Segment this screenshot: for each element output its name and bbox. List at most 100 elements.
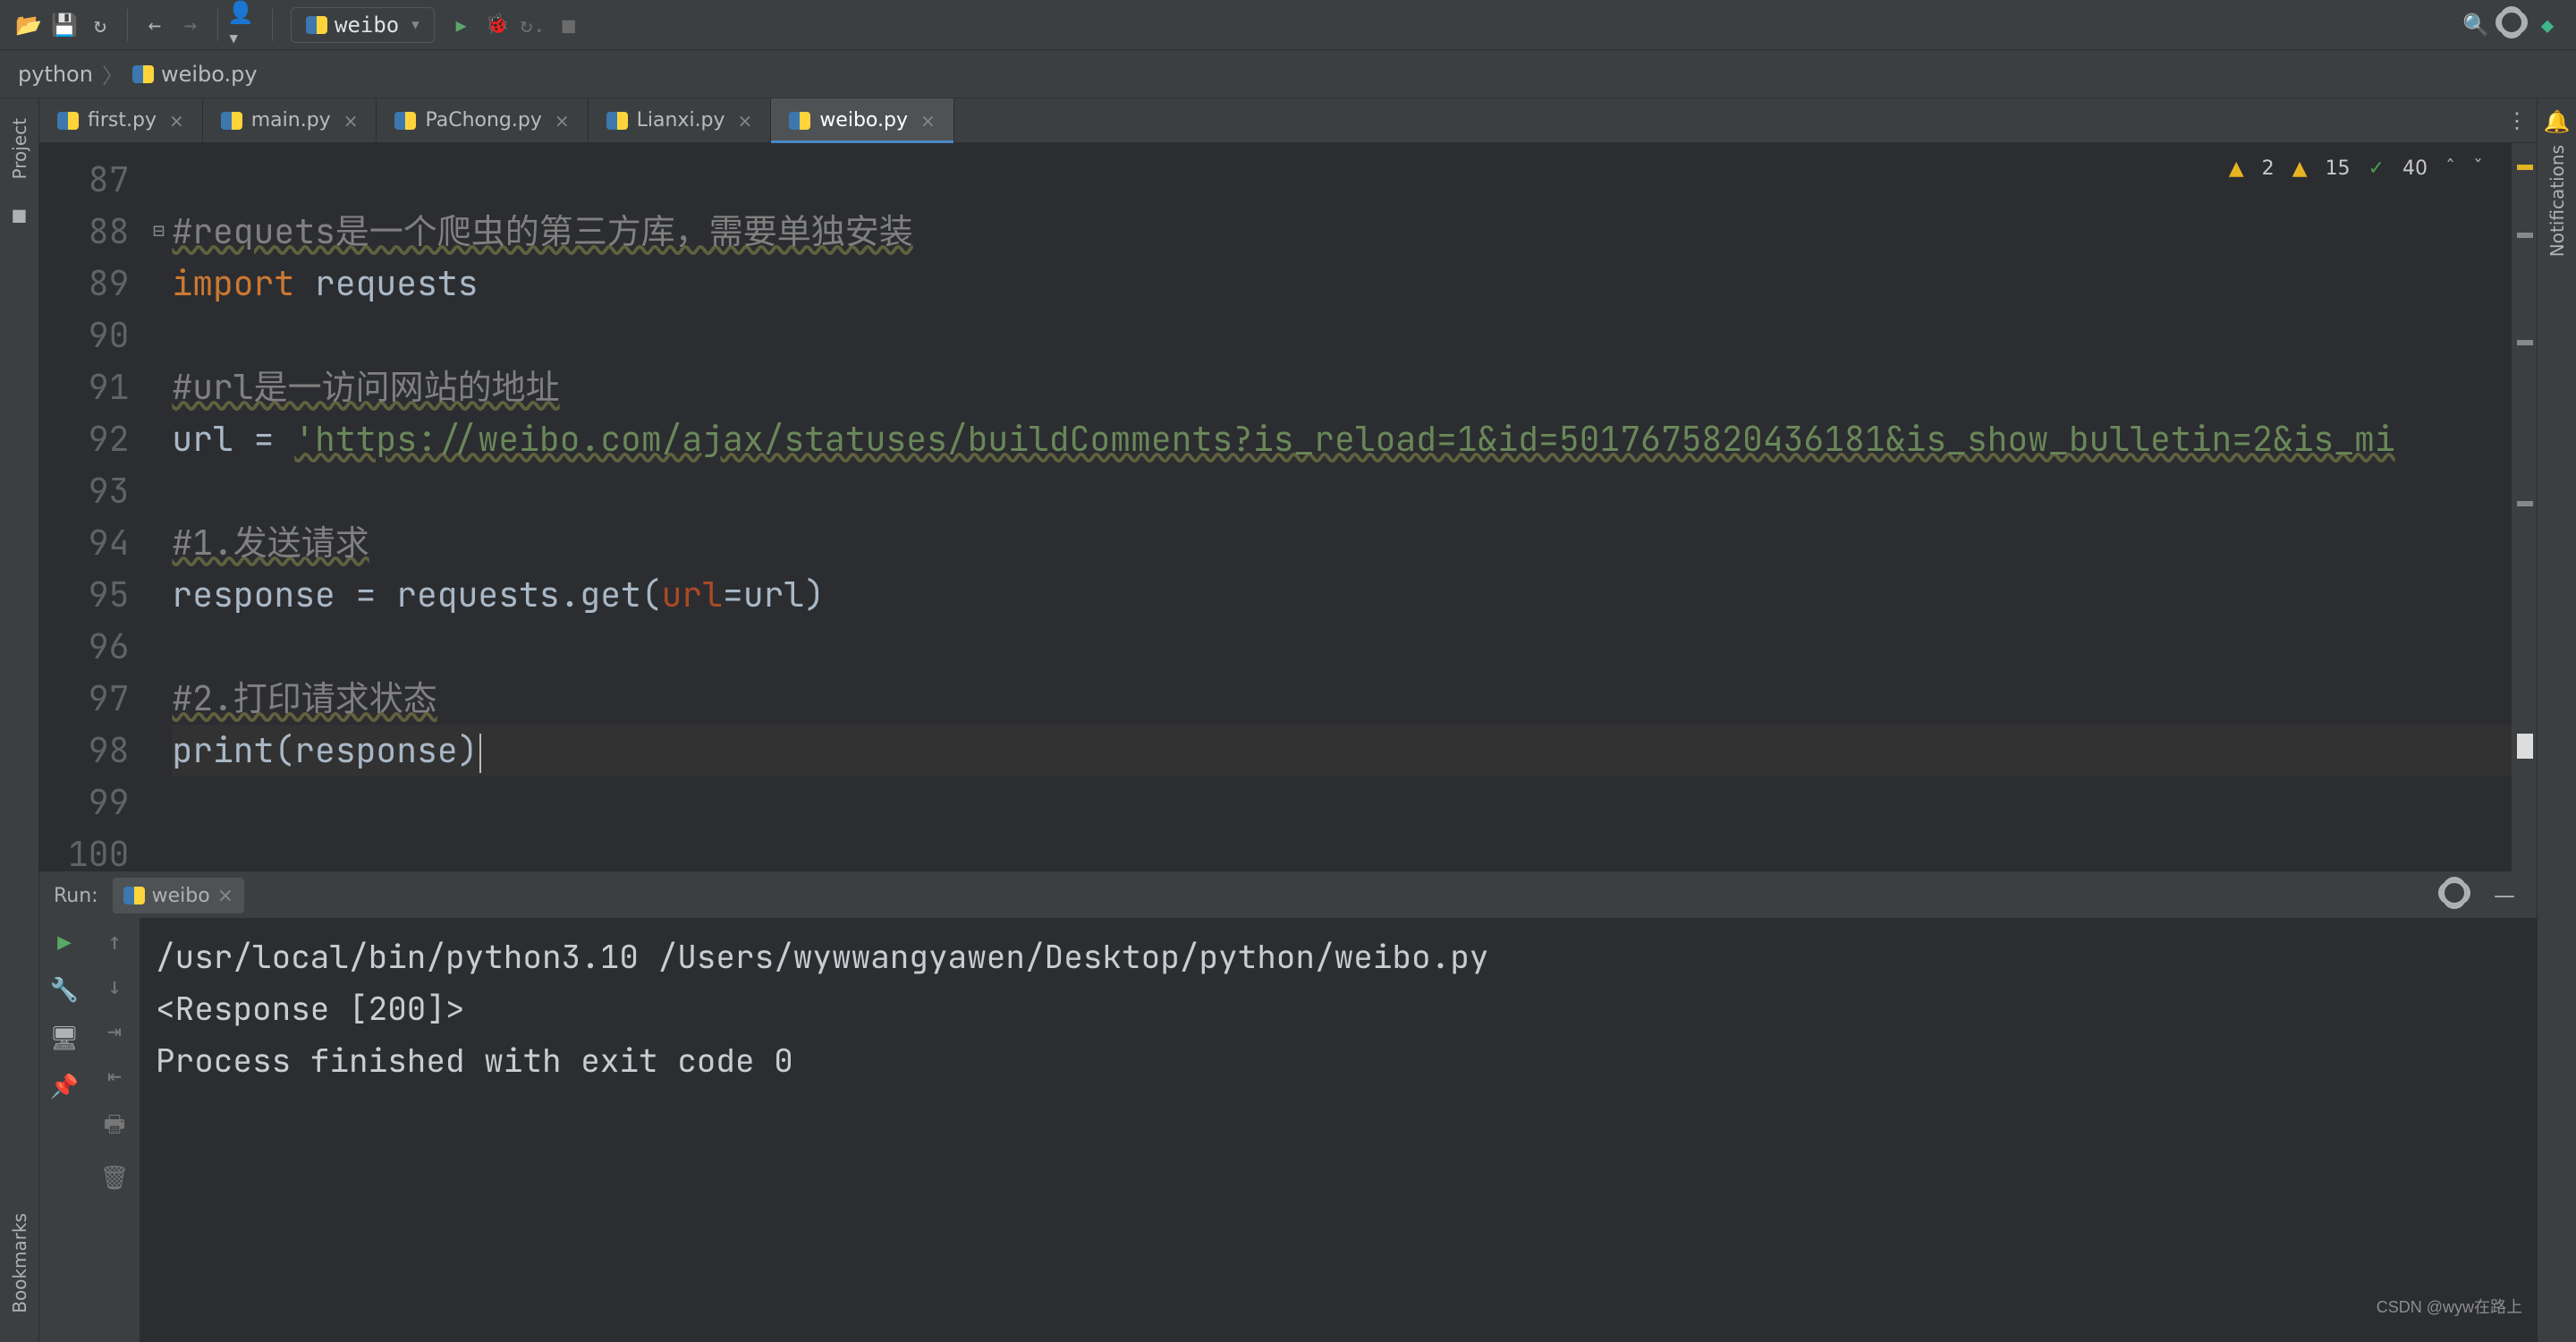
console-line: <Response [200]>	[156, 982, 2521, 1034]
toolbar-sep	[272, 9, 273, 41]
run-settings-icon[interactable]	[2436, 878, 2472, 913]
toolbar-sep	[217, 9, 218, 41]
down-stack-icon[interactable]: ↓	[107, 973, 122, 1000]
close-icon[interactable]: ×	[217, 885, 233, 907]
user-icon[interactable]: 👤▾	[227, 7, 263, 43]
run-tool-strip-nav: ↑ ↓ ⇥ ⇤ 🖶 🗑	[89, 918, 140, 1342]
tab-label: first.py	[88, 109, 157, 132]
tab-label: main.py	[251, 109, 331, 132]
run-tab-label: weibo	[152, 885, 210, 907]
tab-label: Lianxi.py	[637, 109, 725, 132]
python-icon	[306, 14, 327, 36]
back-icon[interactable]: ←	[137, 7, 173, 43]
project-icon: ■	[13, 202, 25, 227]
close-icon[interactable]: ×	[169, 110, 184, 132]
python-icon	[132, 64, 154, 85]
watermark: CSDN @wyw在路上	[2377, 1281, 2522, 1333]
scroll-to-end-icon[interactable]: ⇤	[107, 1063, 122, 1090]
tab-label: PaChong.py	[425, 109, 541, 132]
left-tool-window-bar: Project ■ Bookmarks	[0, 98, 39, 1342]
warning-count: 15	[2326, 157, 2351, 180]
python-icon	[57, 110, 79, 132]
tab-label: weibo.py	[819, 109, 908, 132]
breadcrumb-file[interactable]: weibo.py	[161, 62, 258, 87]
editor-area: first.py × main.py × PaChong.py × Lianxi…	[39, 98, 2537, 1342]
pin-icon[interactable]: 📌	[50, 1074, 79, 1100]
tab-pachong[interactable]: PaChong.py ×	[377, 98, 588, 142]
run-header: Run: weibo × —	[39, 873, 2537, 918]
up-stack-icon[interactable]: ↑	[107, 929, 122, 956]
search-icon[interactable]: 🔍	[2458, 7, 2494, 43]
tab-main[interactable]: main.py ×	[203, 98, 377, 142]
python-icon	[394, 110, 416, 132]
python-icon	[606, 110, 628, 132]
error-stripe[interactable]	[2512, 143, 2537, 871]
soft-wrap-icon[interactable]: ⇥	[107, 1018, 122, 1045]
marker-caret[interactable]	[2517, 734, 2533, 759]
console-line: /usr/local/bin/python3.10 /Users/wywwang…	[156, 930, 2521, 982]
breadcrumb-root[interactable]: python	[18, 62, 93, 87]
problems-up-icon[interactable]: ˆ	[2445, 157, 2455, 180]
open-icon[interactable]: 📂	[11, 7, 47, 43]
problems-widget[interactable]: ▲ 2 ▲ 15 ✓ 40 ˆ ˇ	[2229, 157, 2483, 180]
run-button[interactable]: ▶	[444, 7, 479, 43]
project-tool-button[interactable]: Project	[9, 118, 30, 179]
ide-features-icon[interactable]: ◆	[2529, 7, 2565, 43]
run-config-name: weibo	[335, 13, 399, 38]
marker-info[interactable]	[2517, 501, 2533, 506]
problems-down-icon[interactable]: ˇ	[2473, 157, 2483, 180]
close-icon[interactable]: ×	[555, 110, 570, 132]
run-tool-window: Run: weibo × — ▶ 🔧 🖥 📌 ↑ ↓	[39, 871, 2537, 1342]
dropdown-caret-icon: ▼	[411, 18, 419, 32]
rerun-button[interactable]: ▶	[57, 929, 72, 956]
run-config-selector[interactable]: weibo ▼	[291, 7, 435, 43]
gutter-line-numbers: 87888990919293949596979899100	[39, 143, 145, 871]
save-icon[interactable]: 💾	[47, 7, 82, 43]
tab-first[interactable]: first.py ×	[39, 98, 203, 142]
marker-warning[interactable]	[2517, 165, 2533, 170]
run-minimize-icon[interactable]: —	[2487, 878, 2522, 913]
print-icon[interactable]: 🖶	[104, 1108, 126, 1147]
typo-icon: ✓	[2368, 157, 2385, 180]
clear-icon[interactable]: 🗑	[99, 1165, 129, 1192]
run-coverage-button[interactable]: ↻.	[515, 7, 551, 43]
error-count: 2	[2262, 157, 2275, 180]
edit-config-icon[interactable]: 🔧	[50, 977, 79, 1004]
python-icon	[789, 110, 810, 132]
debug-button[interactable]: 🐞	[479, 7, 515, 43]
console-line: Process finished with exit code 0	[156, 1034, 2521, 1086]
run-tool-strip-left: ▶ 🔧 🖥 📌	[39, 918, 89, 1342]
stop-button[interactable]: ■	[551, 7, 587, 43]
warning-icon: ▲	[2292, 157, 2308, 180]
bookmarks-tool-button[interactable]: Bookmarks	[9, 1213, 30, 1313]
console-output[interactable]: /usr/local/bin/python3.10 /Users/wywwang…	[140, 918, 2537, 1342]
code-editor[interactable]: 87888990919293949596979899100 ⊟ #requets…	[39, 143, 2537, 871]
toolbar-sep	[127, 9, 128, 41]
fold-gutter: ⊟	[145, 143, 172, 871]
attach-screen-icon[interactable]: 🖥	[49, 1025, 79, 1052]
marker-info[interactable]	[2517, 233, 2533, 238]
python-icon	[123, 885, 145, 906]
close-icon[interactable]: ×	[920, 110, 936, 132]
marker-info[interactable]	[2517, 340, 2533, 345]
notifications-icon[interactable]: 🔔	[2544, 109, 2571, 134]
close-icon[interactable]: ×	[738, 110, 753, 132]
notifications-tool-button[interactable]: Notifications	[2546, 145, 2568, 257]
breadcrumb: python 〉 weibo.py	[0, 50, 2576, 98]
code-area[interactable]: #requets是一个爬虫的第三方库，需要单独安装import requests…	[172, 143, 2512, 871]
settings-icon[interactable]	[2494, 7, 2529, 43]
error-icon: ▲	[2229, 157, 2244, 180]
breadcrumb-sep-icon: 〉	[102, 58, 123, 89]
sync-icon[interactable]: ↻	[82, 7, 118, 43]
tab-weibo[interactable]: weibo.py ×	[771, 98, 953, 142]
main-toolbar: 📂 💾 ↻ ← → 👤▾ weibo ▼ ▶ 🐞 ↻. ■ 🔍 ◆	[0, 0, 2576, 50]
tab-lianxi[interactable]: Lianxi.py ×	[589, 98, 772, 142]
forward-icon[interactable]: →	[173, 7, 208, 43]
run-title: Run:	[54, 885, 98, 907]
python-icon	[221, 110, 242, 132]
close-icon[interactable]: ×	[343, 110, 359, 132]
editor-tabs: first.py × main.py × PaChong.py × Lianxi…	[39, 98, 2537, 143]
run-tab[interactable]: weibo ×	[113, 878, 245, 913]
right-tool-window-bar: 🔔 Notifications	[2537, 98, 2576, 1342]
tabs-more-icon[interactable]: ⋮	[2497, 98, 2537, 142]
